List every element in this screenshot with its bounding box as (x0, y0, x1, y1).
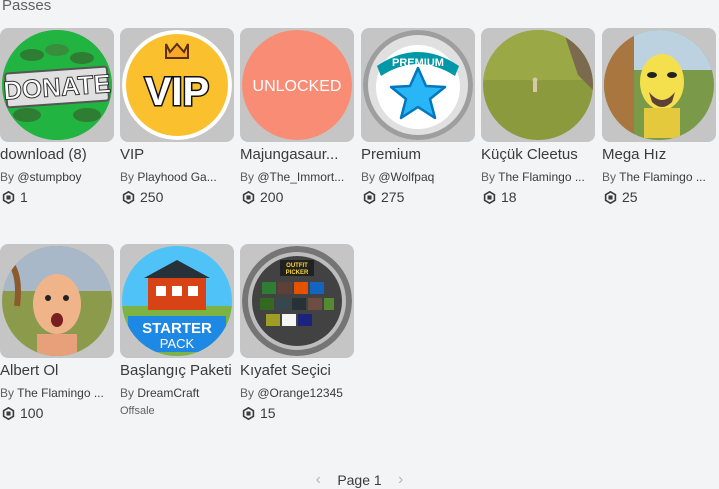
price-value: 18 (501, 189, 517, 205)
svg-text:PICKER: PICKER (286, 270, 309, 276)
starter-pack-image: STARTER PACK (122, 246, 232, 356)
robux-icon (2, 190, 15, 204)
pass-thumbnail[interactable] (602, 28, 716, 142)
svg-text:VIP: VIP (145, 70, 209, 114)
pass-thumbnail[interactable]: STARTER PACK (120, 244, 234, 358)
pass-card[interactable]: DONATE download (8) By @stumpboy 1 (0, 28, 114, 206)
robux-icon (604, 190, 617, 204)
pass-name[interactable]: Kıyafet Seçici (240, 361, 354, 381)
robux-icon (363, 190, 376, 204)
page-label: Page 1 (337, 472, 382, 488)
pass-card[interactable]: PREMIUM Premium By @Wolfpaq 275 (361, 28, 475, 206)
pass-card[interactable]: OUTFIT PICKER Kıyafet Seçici By @Orange1… (240, 244, 354, 422)
pass-name[interactable]: download (8) (0, 145, 114, 165)
pass-price: 25 (602, 188, 716, 206)
price-value: 100 (20, 405, 44, 421)
pass-card[interactable]: Küçük Cleetus By The Flamingo ... 18 (481, 28, 595, 206)
pass-name[interactable]: Premium (361, 145, 475, 165)
svg-text:PACK: PACK (160, 336, 195, 351)
price-value: 15 (260, 405, 276, 421)
pass-name[interactable]: Albert Ol (0, 361, 114, 381)
pass-creator: By Playhood Ga... (120, 170, 217, 184)
svg-text:OUTFIT: OUTFIT (286, 263, 308, 269)
grass-field-image (483, 30, 593, 140)
price-value: 200 (260, 189, 284, 205)
price-value: 25 (622, 189, 638, 205)
pass-price: 1 (0, 188, 114, 206)
offsale-label: Offsale (120, 405, 155, 417)
bald-head-image (2, 246, 112, 356)
creator-link[interactable]: @The_Immort... (257, 170, 344, 184)
pass-price: 250 (120, 188, 234, 206)
creator-link[interactable]: DreamCraft (137, 386, 199, 400)
chevron-left-icon[interactable]: ‹ (307, 471, 329, 489)
pass-card[interactable]: UNLOCKED Majungasaur... By @The_Immort..… (240, 28, 354, 206)
pass-price: 15 (240, 404, 354, 422)
vip-image: VIP (122, 30, 232, 140)
unlocked-image: UNLOCKED (242, 30, 352, 140)
pass-creator: By The Flamingo ... (481, 170, 585, 184)
pass-price: 200 (240, 188, 354, 206)
pass-thumbnail[interactable]: PREMIUM (361, 28, 475, 142)
pass-creator: By @The_Immort... (240, 170, 345, 184)
price-value: 275 (381, 189, 405, 205)
pass-thumbnail[interactable]: OUTFIT PICKER (240, 244, 354, 358)
creator-link[interactable]: @Orange12345 (257, 386, 343, 400)
pass-card[interactable]: STARTER PACK Başlangıç Paketi By DreamCr… (120, 244, 234, 417)
price-value: 1 (20, 189, 28, 205)
premium-star-image: PREMIUM (363, 30, 473, 140)
pass-creator: By @stumpboy (0, 170, 82, 184)
pass-name[interactable]: VIP (120, 145, 234, 165)
pass-price: 18 (481, 188, 595, 206)
pass-price: 100 (0, 404, 114, 422)
pass-name[interactable]: Majungasaur... (240, 145, 354, 165)
yellow-face-image (604, 30, 714, 140)
robux-icon (242, 190, 255, 204)
pass-creator: By DreamCraft (120, 386, 200, 400)
robux-icon (242, 406, 255, 420)
creator-link[interactable]: The Flamingo ... (498, 170, 585, 184)
outfit-picker-image: OUTFIT PICKER (242, 246, 352, 356)
starter-pack-text: STARTER (142, 320, 212, 337)
section-title: Passes (2, 0, 52, 14)
creator-link[interactable]: Playhood Ga... (137, 170, 216, 184)
pass-card[interactable]: VIP VIP By Playhood Ga... 250 (120, 28, 234, 206)
creator-link[interactable]: @stumpboy (17, 170, 81, 184)
robux-icon (483, 190, 496, 204)
svg-text:UNLOCKED: UNLOCKED (253, 78, 342, 95)
robux-icon (122, 190, 135, 204)
pass-name[interactable]: Küçük Cleetus (481, 145, 595, 165)
pass-name[interactable]: Başlangıç Paketi (120, 361, 234, 381)
pass-name[interactable]: Mega Hız (602, 145, 716, 165)
pagination: ‹ Page 1 › (0, 470, 719, 489)
donate-image: DONATE (2, 30, 112, 140)
pass-card[interactable]: Mega Hız By The Flamingo ... 25 (602, 28, 716, 206)
pass-card[interactable]: Albert Ol By The Flamingo ... 100 (0, 244, 114, 422)
creator-link[interactable]: The Flamingo ... (17, 386, 104, 400)
robux-icon (2, 406, 15, 420)
pass-creator: By @Wolfpaq (361, 170, 435, 184)
pass-price: 275 (361, 188, 475, 206)
pass-thumbnail[interactable]: DONATE (0, 28, 114, 142)
pass-creator: By The Flamingo ... (602, 170, 706, 184)
pass-creator: By @Orange12345 (240, 386, 343, 400)
creator-link[interactable]: @Wolfpaq (378, 170, 434, 184)
pass-thumbnail[interactable]: UNLOCKED (240, 28, 354, 142)
pass-thumbnail[interactable] (481, 28, 595, 142)
pass-thumbnail[interactable]: VIP (120, 28, 234, 142)
pass-creator: By The Flamingo ... (0, 386, 104, 400)
price-value: 250 (140, 189, 164, 205)
creator-link[interactable]: The Flamingo ... (619, 170, 706, 184)
chevron-right-icon[interactable]: › (390, 471, 412, 489)
pass-thumbnail[interactable] (0, 244, 114, 358)
